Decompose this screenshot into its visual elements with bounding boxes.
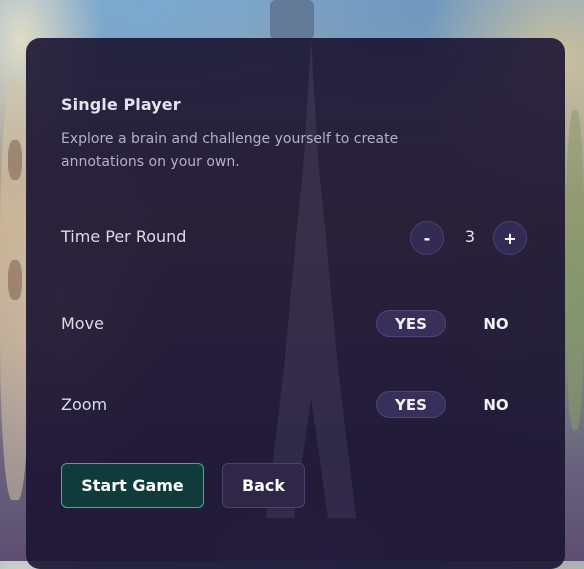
- plus-icon: +: [503, 228, 517, 248]
- increment-time-button[interactable]: +: [493, 221, 527, 255]
- start-game-button[interactable]: Start Game: [61, 463, 204, 508]
- move-no-toggle[interactable]: NO: [461, 310, 531, 337]
- zoom-yes-toggle[interactable]: YES: [376, 391, 446, 418]
- zoom-no-toggle[interactable]: NO: [461, 391, 531, 418]
- eiffel-tower-silhouette: [266, 38, 356, 518]
- move-yes-toggle[interactable]: YES: [376, 310, 446, 337]
- time-per-round-label: Time Per Round: [61, 227, 187, 246]
- tower-top: [270, 0, 314, 40]
- trees-right: [566, 110, 584, 430]
- panel-description: Explore a brain and challenge yourself t…: [61, 131, 399, 170]
- minus-icon: -: [423, 228, 431, 248]
- zoom-label: Zoom: [61, 395, 108, 414]
- move-label: Move: [61, 314, 104, 333]
- decrement-time-button[interactable]: -: [410, 221, 444, 255]
- window-left: [8, 140, 22, 180]
- back-button[interactable]: Back: [222, 463, 305, 508]
- panel-title: Single Player: [61, 95, 181, 114]
- window-left: [8, 260, 22, 300]
- single-player-panel: Single Player Explore a brain and challe…: [26, 38, 565, 569]
- time-per-round-value: 3: [464, 227, 476, 246]
